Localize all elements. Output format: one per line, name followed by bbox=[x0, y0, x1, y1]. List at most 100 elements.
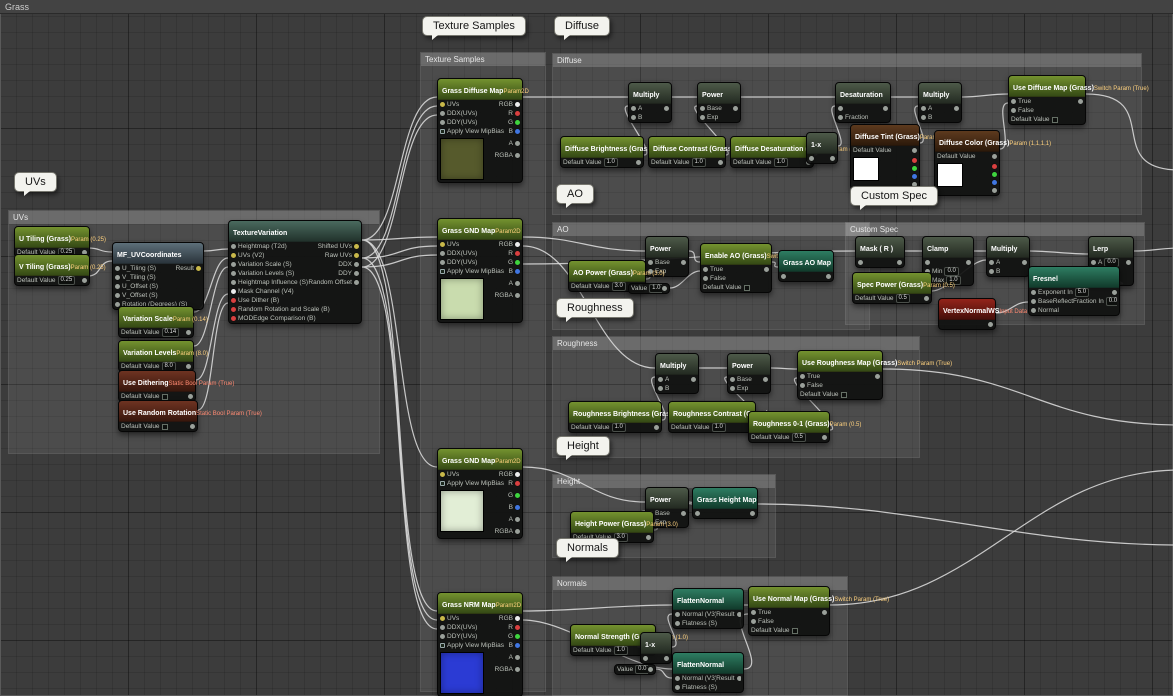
pin[interactable] bbox=[188, 394, 193, 399]
color-swatch[interactable] bbox=[937, 163, 963, 187]
color-swatch[interactable] bbox=[853, 157, 879, 181]
comment-bubble-normals[interactable]: Normals bbox=[556, 538, 619, 558]
pin[interactable] bbox=[751, 619, 756, 624]
pin[interactable] bbox=[883, 106, 888, 111]
diffuse-contrast-param[interactable]: Diffuse Contrast (Grass)Param (1.0)Defau… bbox=[648, 136, 726, 168]
desaturation[interactable]: DesaturationFraction bbox=[835, 82, 891, 123]
pin[interactable] bbox=[912, 174, 917, 179]
pin[interactable] bbox=[1011, 99, 1016, 104]
pin[interactable] bbox=[703, 276, 708, 281]
pin[interactable] bbox=[954, 106, 959, 111]
pin[interactable] bbox=[675, 676, 680, 681]
pin[interactable] bbox=[809, 156, 814, 161]
pin[interactable] bbox=[631, 106, 636, 111]
pin[interactable] bbox=[658, 377, 663, 382]
pin[interactable] bbox=[703, 267, 708, 272]
checkbox[interactable] bbox=[162, 394, 168, 400]
pin[interactable] bbox=[1031, 308, 1036, 313]
pin[interactable] bbox=[921, 106, 926, 111]
pin[interactable] bbox=[515, 242, 520, 247]
pin[interactable] bbox=[658, 386, 663, 391]
pin[interactable] bbox=[664, 106, 669, 111]
normals-constant[interactable]: Value0.0 bbox=[614, 664, 656, 675]
pin[interactable] bbox=[515, 472, 520, 477]
pin[interactable] bbox=[515, 281, 520, 286]
pin[interactable] bbox=[646, 535, 651, 540]
comment-bubble-roughness[interactable]: Roughness bbox=[556, 298, 634, 318]
pin[interactable] bbox=[988, 322, 993, 327]
comment-bubble-texture-samples[interactable]: Texture Samples bbox=[422, 16, 526, 36]
pin[interactable] bbox=[231, 316, 236, 321]
pin[interactable] bbox=[231, 253, 236, 258]
pin[interactable] bbox=[515, 493, 520, 498]
pin[interactable] bbox=[781, 274, 786, 279]
pin[interactable] bbox=[231, 262, 236, 267]
pin[interactable] bbox=[354, 271, 359, 276]
pin[interactable] bbox=[737, 676, 741, 681]
pin[interactable] bbox=[515, 251, 520, 256]
grass-ao-map[interactable]: Grass AO Map bbox=[778, 250, 834, 282]
ao-constant[interactable]: Value1.0 bbox=[628, 283, 670, 294]
comment-bubble-diffuse[interactable]: Diffuse bbox=[554, 16, 610, 36]
pin[interactable] bbox=[992, 164, 997, 169]
pin[interactable] bbox=[440, 251, 445, 256]
pin[interactable] bbox=[800, 374, 805, 379]
pin[interactable] bbox=[354, 253, 359, 258]
pin[interactable] bbox=[826, 274, 831, 279]
use-roughness-map-switch[interactable]: Use Roughness Map (Grass)Switch Param (T… bbox=[797, 350, 883, 400]
grass-height-map[interactable]: Grass Height Map bbox=[692, 487, 758, 519]
pin[interactable] bbox=[631, 115, 636, 120]
value-box[interactable]: 0.5 bbox=[792, 433, 806, 442]
pin[interactable] bbox=[730, 386, 735, 391]
pin[interactable] bbox=[515, 625, 520, 630]
value-box[interactable]: 1.0 bbox=[649, 284, 662, 293]
pin[interactable] bbox=[1126, 260, 1131, 265]
pin[interactable] bbox=[750, 511, 755, 516]
one-minus-normals[interactable]: 1-x bbox=[640, 632, 672, 664]
pin[interactable] bbox=[115, 266, 120, 271]
spec-multiply[interactable]: MultiplyAB bbox=[986, 236, 1030, 277]
one-minus-diffuse[interactable]: 1-x bbox=[806, 132, 838, 164]
checkbox[interactable] bbox=[744, 285, 750, 291]
pin[interactable] bbox=[515, 481, 520, 486]
pin[interactable] bbox=[830, 156, 835, 161]
pin[interactable] bbox=[737, 612, 741, 617]
pin[interactable] bbox=[440, 111, 445, 116]
pin[interactable] bbox=[989, 260, 994, 265]
pin[interactable] bbox=[700, 115, 705, 120]
pin[interactable] bbox=[924, 296, 929, 301]
pin[interactable] bbox=[1031, 290, 1036, 295]
pin[interactable] bbox=[231, 289, 236, 294]
pin[interactable] bbox=[515, 529, 520, 534]
material-graph-canvas[interactable]: Grass UVsTexture SamplesDiffuseAOCustom … bbox=[0, 0, 1173, 696]
pin[interactable] bbox=[440, 634, 445, 639]
value-box[interactable]: 1.0 bbox=[692, 158, 706, 167]
vertex-normal-ws[interactable]: VertexNormalWSInput Data bbox=[938, 298, 996, 330]
enable-ao-switch[interactable]: Enable AO (Grass)Switch Param (True)True… bbox=[700, 243, 772, 293]
fresnel[interactable]: FresnelExponent In5.0BaseReflectFraction… bbox=[1028, 266, 1120, 316]
comment-bubble-height[interactable]: Height bbox=[556, 436, 610, 456]
pin[interactable] bbox=[966, 260, 971, 265]
mf-uvcoordinates[interactable]: MF_UVCoordinatesU_Tiling (S)ResultV_Tili… bbox=[112, 242, 204, 310]
pin[interactable] bbox=[440, 102, 445, 107]
pin[interactable] bbox=[897, 260, 902, 265]
value-box[interactable]: 0.14 bbox=[162, 328, 180, 337]
checkbox[interactable] bbox=[841, 392, 847, 398]
pin[interactable] bbox=[231, 244, 236, 249]
roughness-brightness-param[interactable]: Roughness Brightness (Grass)Param (1.0)D… bbox=[568, 401, 662, 433]
pin[interactable] bbox=[989, 269, 994, 274]
roughness-multiply[interactable]: MultiplyAB bbox=[655, 353, 699, 394]
pin[interactable] bbox=[925, 260, 930, 265]
value-box[interactable]: 1.0 bbox=[604, 158, 618, 167]
pin[interactable] bbox=[992, 188, 997, 193]
roughness-power[interactable]: PowerBaseExp bbox=[727, 353, 771, 394]
pin[interactable] bbox=[231, 298, 236, 303]
checkbox[interactable] bbox=[1052, 117, 1058, 123]
pin[interactable] bbox=[681, 260, 686, 265]
pin[interactable] bbox=[440, 129, 445, 134]
pin[interactable] bbox=[515, 102, 520, 107]
pin[interactable] bbox=[1031, 299, 1036, 304]
value-box[interactable]: 0.04 bbox=[1106, 297, 1117, 306]
pin[interactable] bbox=[858, 260, 863, 265]
pin[interactable] bbox=[115, 275, 120, 280]
